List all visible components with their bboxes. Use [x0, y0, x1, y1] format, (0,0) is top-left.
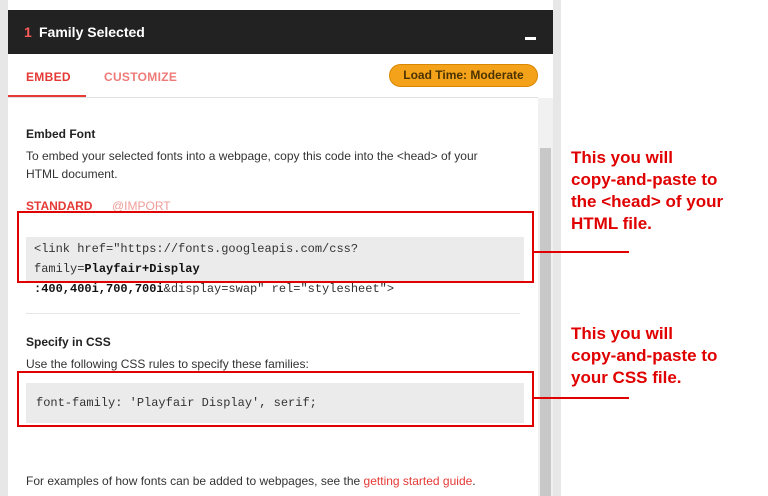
specify-css-title: Specify in CSS [26, 335, 111, 349]
section-divider [26, 313, 520, 314]
embed-content: Embed Font To embed your selected fonts … [8, 99, 538, 496]
highlight-box-link [17, 211, 534, 283]
minimize-icon[interactable] [525, 37, 536, 40]
embed-font-title: Embed Font [26, 127, 96, 141]
tab-customize[interactable]: CUSTOMIZE [104, 70, 177, 84]
load-time-badge: Load Time: Moderate [389, 64, 538, 87]
pointer-line-css [534, 397, 629, 399]
left-background [0, 0, 8, 496]
annotation-css: This you will copy-and-paste to your CSS… [571, 324, 718, 387]
tab-bar: EMBED CUSTOMIZE Load Time: Moderate [8, 54, 538, 98]
active-tab-indicator [8, 95, 86, 97]
footer-text: For examples of how fonts can be added t… [26, 474, 476, 488]
getting-started-link[interactable]: getting started guide [364, 474, 473, 488]
right-background [553, 0, 561, 496]
selected-count: 1 [24, 24, 32, 40]
tab-embed[interactable]: EMBED [26, 70, 71, 84]
scrollbar-thumb[interactable] [540, 148, 551, 496]
selected-label: Family Selected [39, 24, 145, 40]
pointer-line-link [534, 251, 629, 253]
panel-header[interactable]: 1 Family Selected [8, 10, 553, 54]
annotation-head: This you will copy-and-paste to the <hea… [571, 148, 724, 233]
embed-font-description-line1: To embed your selected fonts into a webp… [26, 149, 478, 163]
highlight-box-css [17, 371, 534, 427]
embed-font-description-line2: HTML document. [26, 167, 118, 181]
